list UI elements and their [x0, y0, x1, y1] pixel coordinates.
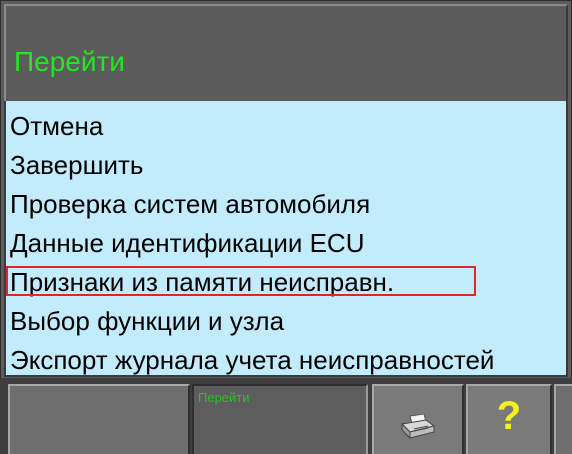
title-bar: Перейти	[4, 4, 568, 101]
menu-item-export-fault-log[interactable]: Экспорт журнала учета неисправностей	[6, 341, 566, 380]
navigation-menu: Отмена Завершить Проверка систем автомоб…	[4, 101, 568, 377]
dialog-title: Перейти	[14, 46, 125, 77]
menu-item-ecu-identification[interactable]: Данные идентификации ECU	[6, 224, 566, 263]
question-mark-icon: ?	[496, 394, 522, 438]
help-button[interactable]: ?	[466, 384, 552, 454]
menu-item-fault-memory[interactable]: Признаки из памяти неисправн.	[6, 263, 566, 302]
menu-item-function-selection[interactable]: Выбор функции и узла	[6, 302, 566, 341]
printer-icon	[400, 414, 436, 440]
menu-item-finish[interactable]: Завершить	[6, 146, 566, 185]
function-button-goto[interactable]: Перейти	[192, 384, 368, 454]
function-button-1[interactable]	[8, 384, 190, 454]
menu-item-cancel[interactable]: Отмена	[6, 107, 566, 146]
function-button-goto-label: Перейти	[198, 390, 250, 405]
print-button[interactable]	[372, 384, 464, 454]
function-bar: Перейти ?	[0, 378, 572, 454]
menu-item-vehicle-system-check[interactable]: Проверка систем автомобиля	[6, 185, 566, 224]
function-button-edge[interactable]	[554, 384, 572, 454]
